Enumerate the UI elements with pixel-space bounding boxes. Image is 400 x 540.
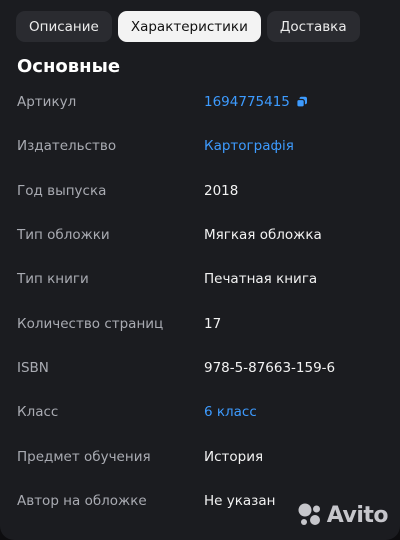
section-title: Основные [17,56,121,77]
avito-dots-icon [298,503,320,525]
row-label: Артикул [17,94,77,111]
row-book-type: Тип книги Печатная книга [0,257,400,301]
row-article: Артикул 1694775415 [0,80,400,124]
row-value: Мягкая обложка [204,227,322,244]
row-value: Не указан [204,492,276,509]
copy-icon[interactable] [296,96,308,108]
row-value: 17 [204,315,222,332]
row-value: История [204,448,264,465]
row-subject: Предмет обучения История [0,434,400,478]
row-value: Печатная книга [204,271,318,288]
row-label: Количество страниц [17,315,164,332]
row-value: 2018 [204,182,239,199]
row-label: ISBN [17,359,49,376]
row-isbn: ISBN 978-5-87663-159-6 [0,346,400,390]
row-grade: Класс 6 класс [0,390,400,434]
row-label: Издательство [17,138,117,155]
tab-description[interactable]: Описание [16,11,112,42]
row-value: 978-5-87663-159-6 [204,359,336,376]
characteristics-panel: Описание Характеристики Доставка Основны… [0,0,400,540]
tab-delivery[interactable]: Доставка [266,11,360,42]
article-value[interactable]: 1694775415 [204,94,308,110]
characteristics-list: Артикул 1694775415 Издательство Картогра… [0,80,400,523]
tab-characteristics[interactable]: Характеристики [117,11,261,42]
grade-link[interactable]: 6 класс [204,404,257,420]
row-publisher: Издательство Картографія [0,124,400,168]
row-label: Предмет обучения [17,448,151,465]
row-cover-type: Тип обложки Мягкая обложка [0,213,400,257]
article-number[interactable]: 1694775415 [204,94,290,110]
row-label: Класс [17,404,59,421]
row-label: Год выпуска [17,182,107,199]
row-label: Тип обложки [17,227,110,244]
avito-wordmark: Avito [326,502,389,528]
row-label: Автор на обложке [17,492,147,509]
row-year: Год выпуска 2018 [0,169,400,213]
row-label: Тип книги [17,271,89,288]
tab-bar: Описание Характеристики Доставка [16,11,360,42]
row-page-count: Количество страниц 17 [0,301,400,345]
avito-watermark: Avito [297,502,389,528]
publisher-link[interactable]: Картографія [204,138,294,154]
